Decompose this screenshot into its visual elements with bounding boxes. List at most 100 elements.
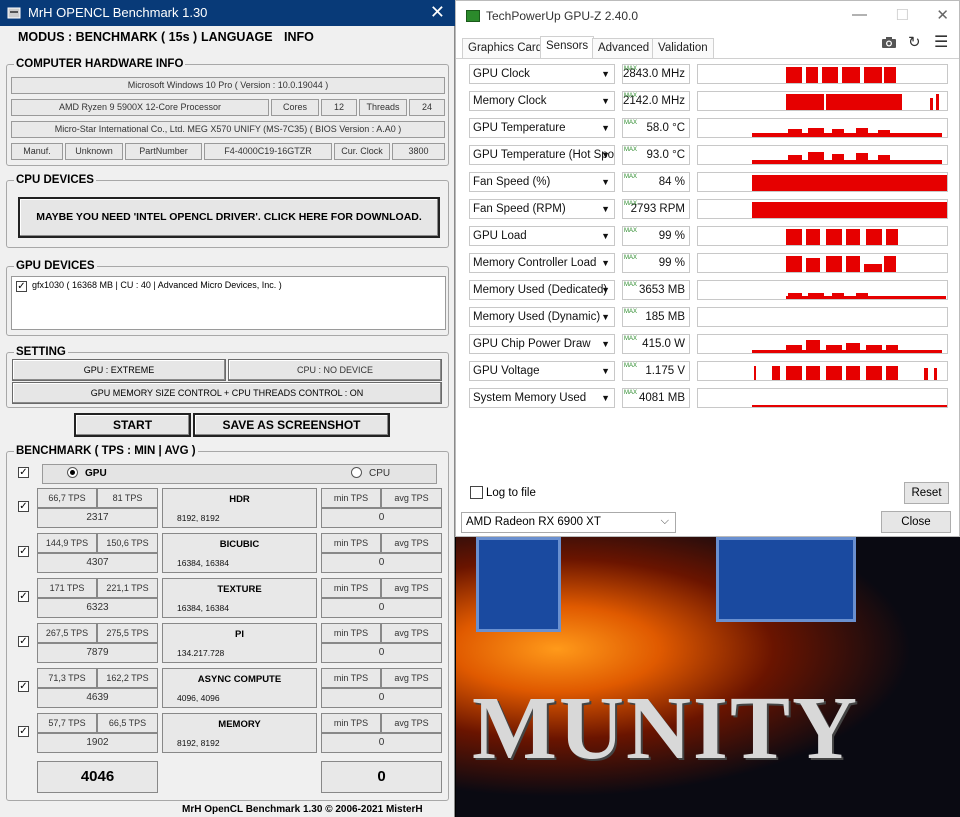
- log-to-file-label: Log to file: [486, 487, 536, 499]
- gpu-device-item: gfx1030 ( 16368 MB | CU : 40 | Advanced …: [32, 280, 282, 290]
- test-info: ASYNC COMPUTE 4096, 4096: [162, 668, 317, 708]
- menu-language[interactable]: LANGUAGE: [201, 30, 273, 44]
- dropdown-arrow-icon: ▼: [601, 339, 610, 349]
- sensor-select[interactable]: GPU Temperature (Hot Spot) ▼: [469, 145, 615, 165]
- sensor-select[interactable]: Fan Speed (RPM) ▼: [469, 199, 615, 219]
- sensor-graph: [697, 280, 948, 300]
- benchmark-row-checkbox[interactable]: ✓: [18, 636, 29, 647]
- max-tag: MAX: [624, 255, 638, 261]
- close-icon[interactable]: ✕: [430, 2, 445, 23]
- max-tag: MAX: [624, 201, 638, 207]
- cpu-min-tps: min TPS: [321, 533, 381, 553]
- log-to-file-checkbox[interactable]: [470, 486, 483, 499]
- sensor-value-box: MAX 99 %: [622, 226, 690, 246]
- graph-bar: [886, 366, 898, 380]
- dropdown-arrow-icon: ▼: [601, 96, 610, 106]
- intel-driver-download-button[interactable]: MAYBE YOU NEED 'INTEL OPENCL DRIVER'. CL…: [18, 197, 440, 238]
- sensor-value-box: MAX 4081 MB: [622, 388, 690, 408]
- card-select[interactable]: AMD Radeon RX 6900 XT ⌵: [461, 512, 676, 533]
- tab-advanced[interactable]: Advanced: [592, 38, 656, 59]
- test-size: 16384, 16384: [177, 558, 229, 568]
- cpu-score: 0: [321, 643, 442, 663]
- sensor-select[interactable]: GPU Voltage ▼: [469, 361, 615, 381]
- graph-bar: [846, 229, 860, 245]
- benchmark-row-checkbox[interactable]: ✓: [18, 726, 29, 737]
- window-title: MrH OPENCL Benchmark 1.30: [28, 5, 208, 20]
- sensor-graph: [697, 253, 948, 273]
- sensor-select[interactable]: GPU Temperature ▼: [469, 118, 615, 138]
- sensor-select[interactable]: Fan Speed (%) ▼: [469, 172, 615, 192]
- dropdown-arrow-icon: ▼: [601, 285, 610, 295]
- graph-bar: [936, 94, 939, 110]
- benchmark-row-checkbox[interactable]: ✓: [18, 546, 29, 557]
- sensor-graph-svg: [754, 366, 937, 380]
- test-name: ASYNC COMPUTE: [197, 674, 282, 685]
- cpu-setting-button[interactable]: CPU : NO DEVICE: [228, 359, 442, 381]
- gpu-min-tps: 171 TPS: [37, 578, 97, 598]
- cpu-avg-tps: avg TPS: [381, 668, 442, 688]
- menu-info[interactable]: INFO: [284, 30, 314, 44]
- benchmark-row-checkbox[interactable]: ✓: [18, 501, 29, 512]
- graph-bar: [826, 229, 842, 245]
- sensor-select[interactable]: Memory Clock ▼: [469, 91, 615, 111]
- close-button[interactable]: Close: [881, 511, 951, 533]
- gpuz-close-icon[interactable]: ✕: [936, 6, 949, 24]
- gpu-avg-tps: 150,6 TPS: [97, 533, 158, 553]
- cpu-radio[interactable]: [351, 467, 362, 478]
- menu-icon[interactable]: ☰: [934, 32, 948, 52]
- graph-bar: [786, 345, 802, 353]
- gpu-setting-button[interactable]: GPU : EXTREME: [12, 359, 226, 381]
- cpu-score: 0: [321, 688, 442, 708]
- tab-graphics-card[interactable]: Graphics Card: [462, 38, 549, 59]
- sensor-select[interactable]: GPU Chip Power Draw ▼: [469, 334, 615, 354]
- gpu-device-checkbox[interactable]: ✓: [16, 281, 27, 292]
- graph-bar: [806, 366, 820, 380]
- sensor-select[interactable]: GPU Clock ▼: [469, 64, 615, 84]
- test-size: 8192, 8192: [177, 513, 220, 523]
- graph-bar: [808, 293, 824, 299]
- sensor-select[interactable]: GPU Load ▼: [469, 226, 615, 246]
- camera-icon[interactable]: [881, 36, 897, 49]
- graph-bar: [752, 405, 947, 407]
- max-tag: MAX: [624, 390, 638, 396]
- sensor-value-box: MAX 93.0 °C: [622, 145, 690, 165]
- graph-bar: [878, 130, 890, 137]
- cpu-min-tps: min TPS: [321, 578, 381, 598]
- sensor-value: 1.175 V: [645, 365, 685, 377]
- tab-validation[interactable]: Validation: [652, 38, 714, 59]
- reset-button[interactable]: Reset: [904, 482, 949, 504]
- benchmark-row-checkbox[interactable]: ✓: [18, 681, 29, 692]
- sensor-graph: [697, 361, 948, 381]
- sensor-name: Memory Controller Load: [473, 257, 597, 269]
- app-icon: [7, 7, 21, 19]
- gpu-radio[interactable]: [67, 467, 78, 478]
- cpu-avg-tps: avg TPS: [381, 488, 442, 508]
- memory-control-button[interactable]: GPU MEMORY SIZE CONTROL + CPU THREADS CO…: [12, 382, 442, 404]
- graph-bar: [806, 340, 820, 353]
- benchmark-all-checkbox[interactable]: ✓: [18, 467, 29, 478]
- gpu-score: 2317: [37, 508, 158, 528]
- sensor-select[interactable]: System Memory Used ▼: [469, 388, 615, 408]
- sensor-value: 415.0 W: [642, 338, 685, 350]
- sensor-select[interactable]: Memory Used (Dedicated) ▼: [469, 280, 615, 300]
- sensor-name: GPU Voltage: [473, 365, 540, 377]
- save-screenshot-button[interactable]: SAVE AS SCREENSHOT: [193, 413, 390, 437]
- sensor-select[interactable]: Memory Used (Dynamic) ▼: [469, 307, 615, 327]
- sensor-select[interactable]: Memory Controller Load ▼: [469, 253, 615, 273]
- sensor-graph-svg: [752, 340, 942, 353]
- minimize-icon[interactable]: —: [852, 6, 867, 23]
- refresh-icon[interactable]: ↻: [908, 33, 921, 51]
- maximize-icon[interactable]: ☐: [896, 6, 909, 24]
- tab-sensors[interactable]: Sensors: [540, 36, 595, 59]
- test-name: PI: [235, 629, 244, 640]
- start-button[interactable]: START: [74, 413, 191, 437]
- max-tag: MAX: [624, 120, 638, 126]
- benchmark-row-checkbox[interactable]: ✓: [18, 591, 29, 602]
- part-label: PartNumber: [125, 143, 202, 160]
- sensor-name: GPU Clock: [473, 68, 530, 80]
- menu-modus[interactable]: MODUS : BENCHMARK ( 15s ): [18, 30, 197, 44]
- graph-bar: [884, 256, 896, 272]
- gpu-min-tps: 144,9 TPS: [37, 533, 97, 553]
- graph-bar: [832, 293, 844, 299]
- max-tag: MAX: [624, 363, 638, 369]
